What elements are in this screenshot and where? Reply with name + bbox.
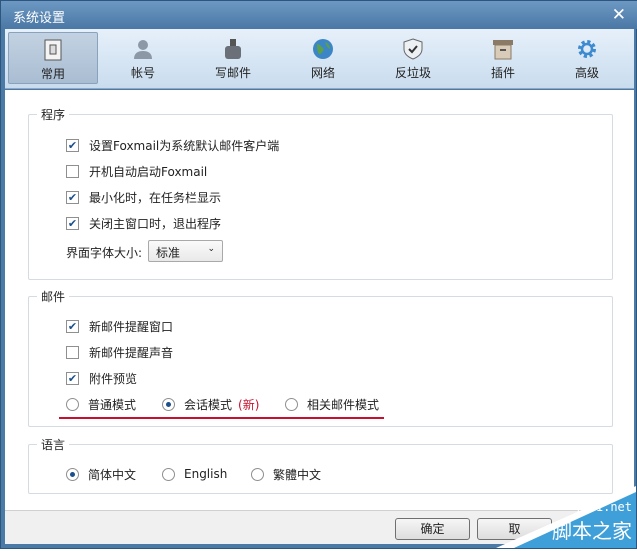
english-radio[interactable]: English xyxy=(162,466,227,482)
default-client-checkbox[interactable]: ✔ 设置Foxmail为系统默认邮件客户端 xyxy=(66,137,279,153)
checkbox[interactable]: ✔ xyxy=(66,190,79,204)
box-icon xyxy=(493,40,513,60)
tab-compose[interactable]: 写邮件 xyxy=(188,32,278,84)
related-mode-radio[interactable]: 相关邮件模式 xyxy=(285,396,379,412)
font-size-label: 界面字体大小: xyxy=(66,246,143,260)
font-size-select[interactable]: 标准 ⌄ xyxy=(148,240,223,262)
chevron-down-icon: ⌄ xyxy=(207,244,215,254)
radio[interactable] xyxy=(251,467,264,481)
globe-icon xyxy=(313,39,333,59)
new-mail-sound-checkbox[interactable]: 新邮件提醒声音 xyxy=(66,344,173,360)
title-bar: 系统设置 ✕ xyxy=(1,1,637,29)
ok-button[interactable]: 确定 xyxy=(395,518,470,540)
tab-advanced[interactable]: 高级 xyxy=(542,32,632,84)
conversation-mode-radio[interactable]: 会话模式 (新) xyxy=(162,396,259,412)
simplified-chinese-radio[interactable]: 简体中文 xyxy=(66,466,136,482)
window-title: 系统设置 xyxy=(13,11,66,26)
tab-general[interactable]: 常用 xyxy=(8,32,98,84)
gear-icon xyxy=(578,40,596,58)
close-exit-checkbox[interactable]: ✔ 关闭主窗口时，退出程序 xyxy=(66,215,221,231)
checkbox[interactable]: ✔ xyxy=(66,216,79,230)
attachment-preview-checkbox[interactable]: ✔ 附件预览 xyxy=(66,370,137,386)
tab-antispam[interactable]: 反垃圾 xyxy=(368,32,458,84)
minimize-taskbar-checkbox[interactable]: ✔ 最小化时，在任务栏显示 xyxy=(66,189,221,205)
radio[interactable] xyxy=(66,397,79,411)
watermark-logo: jb51.net 脚本之家 xyxy=(496,478,636,548)
settings-content: 程序 ✔ 设置Foxmail为系统默认邮件客户端 开机自动启动Foxmail ✔ 最… xyxy=(5,90,634,510)
tab-plugins[interactable]: 插件 xyxy=(458,32,548,84)
shield-icon xyxy=(403,38,423,60)
ink-bottle-icon xyxy=(225,39,241,59)
radio[interactable] xyxy=(162,397,175,411)
new-badge: (新) xyxy=(238,397,260,412)
mail-group: 邮件 ✔ 新邮件提醒窗口 新邮件提醒声音 ✔ 附件预览 普通模式 会话模式 (新) 相… xyxy=(28,288,613,427)
radio[interactable] xyxy=(162,467,175,481)
new-mail-window-checkbox[interactable]: ✔ 新邮件提醒窗口 xyxy=(66,318,173,334)
checkbox[interactable]: ✔ xyxy=(66,319,79,333)
checkbox[interactable]: ✔ xyxy=(66,138,79,152)
group-title: 语言 xyxy=(37,436,70,453)
settings-window: 系统设置 ✕ 常用 帐号 写邮件 网络 反垃圾 插件 高级 程序 ✔ 设置Foxm… xyxy=(0,0,637,549)
checkbox[interactable] xyxy=(66,345,79,359)
radio[interactable] xyxy=(285,397,298,411)
switch-icon xyxy=(44,39,62,61)
normal-mode-radio[interactable]: 普通模式 xyxy=(66,396,136,412)
close-icon[interactable]: ✕ xyxy=(612,5,626,25)
group-title: 程序 xyxy=(37,106,70,123)
program-group: 程序 ✔ 设置Foxmail为系统默认邮件客户端 开机自动启动Foxmail ✔ 最… xyxy=(28,106,613,280)
tab-network[interactable]: 网络 xyxy=(278,32,368,84)
highlight-underline xyxy=(59,417,384,419)
settings-tabs: 常用 帐号 写邮件 网络 反垃圾 插件 高级 xyxy=(5,29,634,89)
autostart-checkbox[interactable]: 开机自动启动Foxmail xyxy=(66,163,207,179)
tab-account[interactable]: 帐号 xyxy=(98,32,188,84)
checkbox[interactable]: ✔ xyxy=(66,371,79,385)
traditional-chinese-radio[interactable]: 繁體中文 xyxy=(251,466,321,482)
radio[interactable] xyxy=(66,467,79,481)
user-icon xyxy=(134,40,152,59)
checkbox[interactable] xyxy=(66,164,79,178)
group-title: 邮件 xyxy=(37,288,70,305)
